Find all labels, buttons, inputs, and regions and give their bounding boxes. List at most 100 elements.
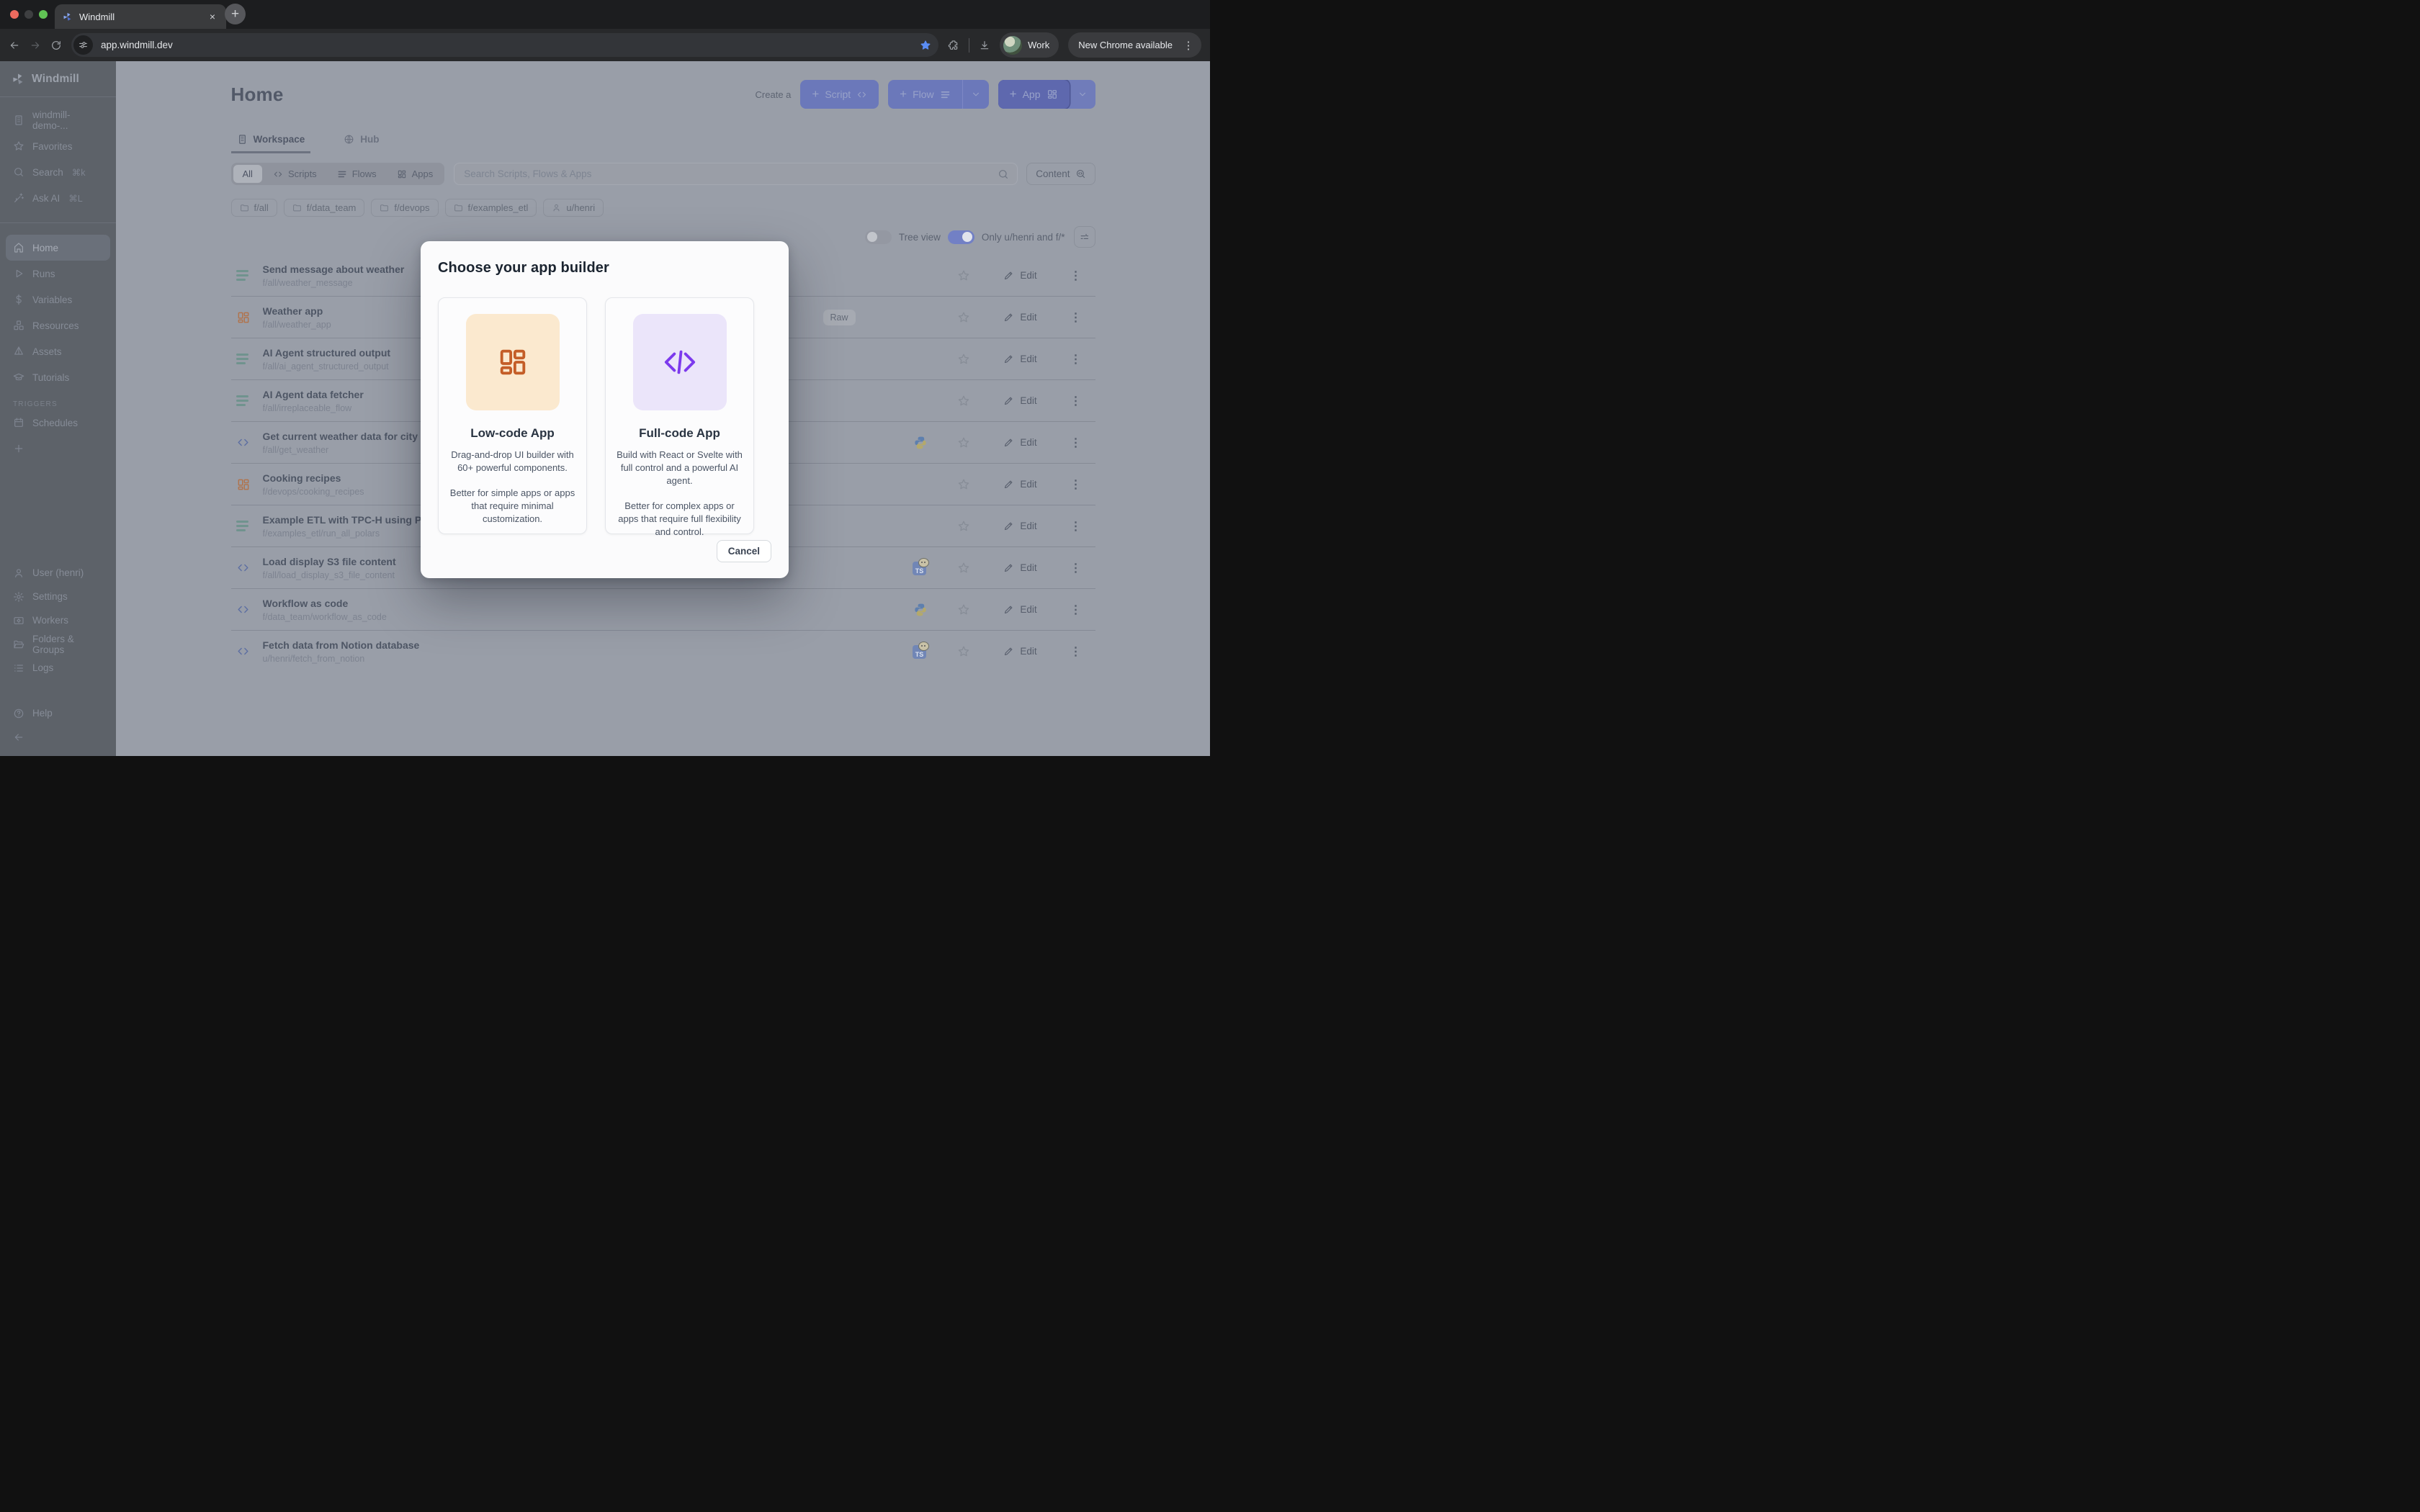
tab-workspace[interactable]: Workspace bbox=[231, 134, 311, 153]
site-info-icon[interactable] bbox=[73, 35, 93, 55]
building-icon bbox=[12, 114, 25, 126]
zoom-window-button[interactable] bbox=[39, 10, 48, 19]
edit-button[interactable]: Edit bbox=[999, 645, 1041, 657]
app-dropdown-chevron[interactable] bbox=[1070, 80, 1095, 109]
sidebar-item-ask-ai[interactable]: Ask AI ⌘L bbox=[6, 185, 110, 211]
search-box[interactable] bbox=[454, 163, 1018, 185]
edit-button[interactable]: Edit bbox=[999, 311, 1041, 323]
row-menu-button[interactable]: ⋮ bbox=[1066, 601, 1086, 618]
browser-menu-icon[interactable]: ⋮ bbox=[1180, 39, 1196, 52]
filter-flows[interactable]: Flows bbox=[328, 165, 386, 183]
row-menu-button[interactable]: ⋮ bbox=[1066, 351, 1086, 368]
sidebar-item-home[interactable]: Home bbox=[6, 235, 110, 261]
sidebar-item-workspace[interactable]: windmill-demo-... bbox=[6, 107, 110, 133]
row-menu-button[interactable]: ⋮ bbox=[1066, 267, 1086, 284]
close-tab-icon[interactable]: × bbox=[206, 10, 219, 23]
cancel-button[interactable]: Cancel bbox=[717, 540, 771, 562]
sidebar-item-user[interactable]: User (henri) bbox=[6, 561, 110, 585]
row-menu-button[interactable]: ⋮ bbox=[1066, 434, 1086, 451]
favorite-star-button[interactable] bbox=[954, 517, 973, 536]
address-bar[interactable]: app.windmill.dev bbox=[71, 33, 938, 57]
row-menu-button[interactable]: ⋮ bbox=[1066, 643, 1086, 660]
favorite-star-button[interactable] bbox=[954, 433, 973, 452]
filter-all[interactable]: All bbox=[233, 165, 262, 183]
sidebar-item-settings[interactable]: Settings bbox=[6, 585, 110, 608]
calendar-icon bbox=[12, 417, 25, 428]
row-menu-button[interactable]: ⋮ bbox=[1066, 559, 1086, 577]
sidebar-item-runs[interactable]: Runs bbox=[6, 261, 110, 287]
close-window-button[interactable] bbox=[10, 10, 19, 19]
sidebar-item-tutorials[interactable]: Tutorials bbox=[6, 364, 110, 390]
tree-view-toggle[interactable] bbox=[865, 230, 892, 244]
sidebar-item-search[interactable]: Search ⌘k bbox=[6, 159, 110, 185]
pencil-icon bbox=[1003, 312, 1014, 323]
chip-u-henri[interactable]: u/henri bbox=[543, 199, 604, 217]
favorite-star-button[interactable] bbox=[954, 559, 973, 577]
back-icon[interactable] bbox=[9, 40, 20, 51]
folder-icon bbox=[454, 203, 463, 212]
edit-button[interactable]: Edit bbox=[999, 436, 1041, 449]
favorite-star-button[interactable] bbox=[954, 392, 973, 410]
favorite-star-button[interactable] bbox=[954, 308, 973, 327]
tab-hub[interactable]: Hub bbox=[338, 134, 385, 153]
search-input[interactable] bbox=[462, 168, 992, 180]
row-menu-button[interactable]: ⋮ bbox=[1066, 392, 1086, 410]
chrome-update-button[interactable]: New Chrome available ⋮ bbox=[1068, 32, 1201, 58]
create-script-button[interactable]: + Script bbox=[800, 80, 879, 109]
sidebar-item-favorites[interactable]: Favorites bbox=[6, 133, 110, 159]
sidebar-item-logs[interactable]: Logs bbox=[6, 656, 110, 680]
sidebar-item-resources[interactable]: Resources bbox=[6, 312, 110, 338]
script-icon bbox=[236, 561, 263, 575]
edit-button[interactable]: Edit bbox=[999, 478, 1041, 490]
edit-button[interactable]: Edit bbox=[999, 603, 1041, 616]
create-app-button[interactable]: + App bbox=[998, 80, 1095, 109]
filter-apps[interactable]: Apps bbox=[387, 165, 443, 183]
chip-f-all[interactable]: f/all bbox=[231, 199, 277, 217]
favorite-star-button[interactable] bbox=[954, 600, 973, 619]
downloads-icon[interactable] bbox=[979, 40, 990, 51]
chip-f-data-team[interactable]: f/data_team bbox=[284, 199, 365, 217]
content-search-button[interactable]: Content bbox=[1026, 163, 1095, 185]
list-item[interactable]: Fetch data from Notion database u/henri/… bbox=[231, 630, 1095, 672]
forward-icon[interactable] bbox=[30, 40, 41, 51]
sidebar-item-help[interactable]: Help bbox=[6, 701, 110, 725]
row-menu-button[interactable]: ⋮ bbox=[1066, 309, 1086, 326]
low-code-app-card[interactable]: Low-code App Drag-and-drop UI builder wi… bbox=[438, 297, 587, 534]
chip-f-examples-etl[interactable]: f/examples_etl bbox=[445, 199, 537, 217]
favorite-star-button[interactable] bbox=[954, 475, 973, 494]
edit-button[interactable]: Edit bbox=[999, 520, 1041, 532]
edit-button[interactable]: Edit bbox=[999, 395, 1041, 407]
edit-button[interactable]: Edit bbox=[999, 562, 1041, 574]
windmill-logo[interactable]: Windmill bbox=[0, 61, 116, 97]
display-settings-button[interactable] bbox=[1074, 226, 1095, 248]
new-tab-button[interactable]: + bbox=[225, 4, 246, 24]
row-menu-button[interactable]: ⋮ bbox=[1066, 518, 1086, 535]
filter-scripts[interactable]: Scripts bbox=[264, 165, 326, 183]
full-code-app-card[interactable]: Full-code App Build with React or Svelte… bbox=[605, 297, 754, 534]
bookmark-star-icon[interactable] bbox=[920, 40, 931, 51]
browser-tab[interactable]: Windmill × bbox=[55, 4, 226, 29]
favorite-star-button[interactable] bbox=[954, 350, 973, 369]
sidebar-item-folders-groups[interactable]: Folders & Groups bbox=[6, 632, 110, 656]
app-builder-modal: Choose your app builder Low-code App Dra… bbox=[421, 241, 789, 578]
row-menu-button[interactable]: ⋮ bbox=[1066, 476, 1086, 493]
flow-dropdown-chevron[interactable] bbox=[962, 80, 989, 109]
collapse-sidebar-button[interactable] bbox=[6, 725, 110, 749]
edit-button[interactable]: Edit bbox=[999, 269, 1041, 282]
profile-button[interactable]: Work bbox=[1000, 32, 1059, 58]
edit-button[interactable]: Edit bbox=[999, 353, 1041, 365]
create-flow-button[interactable]: + Flow bbox=[888, 80, 989, 109]
reload-icon[interactable] bbox=[50, 40, 62, 51]
sidebar-item-schedules[interactable]: Schedules bbox=[6, 410, 110, 436]
favorite-star-button[interactable] bbox=[954, 266, 973, 285]
favorite-star-button[interactable] bbox=[954, 642, 973, 661]
chip-f-devops[interactable]: f/devops bbox=[371, 199, 438, 217]
extensions-icon[interactable] bbox=[948, 40, 959, 51]
sidebar-item-assets[interactable]: Assets bbox=[6, 338, 110, 364]
sidebar-item-add-trigger[interactable] bbox=[6, 436, 110, 462]
only-owner-toggle[interactable] bbox=[948, 230, 974, 244]
minimize-window-button[interactable] bbox=[24, 10, 33, 19]
list-item[interactable]: Workflow as code f/data_team/workflow_as… bbox=[231, 588, 1095, 630]
sidebar-item-variables[interactable]: Variables bbox=[6, 287, 110, 312]
sidebar-item-workers[interactable]: Workers bbox=[6, 608, 110, 632]
